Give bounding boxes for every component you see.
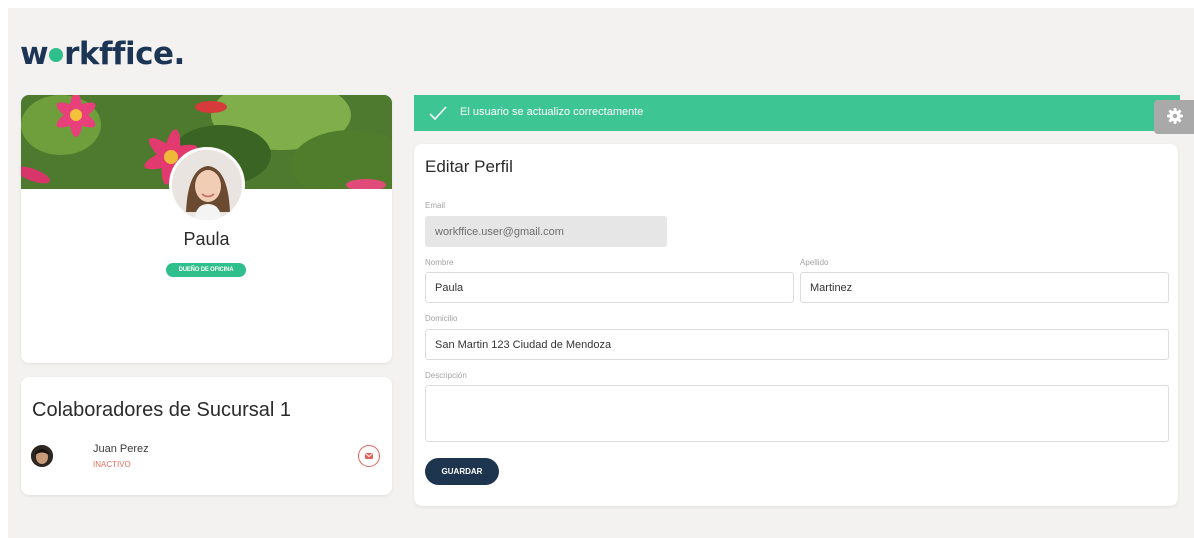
collaborator-name: Juan Perez [93,443,149,455]
send-message-button[interactable] [358,445,380,467]
list-item: Juan Perez INACTIVO [31,441,383,475]
settings-button[interactable] [1154,100,1194,134]
page-background: w rkffice. Paula DUEÑO DE OFICINA Colabo… [8,8,1194,538]
edit-profile-card: Editar Perfil Email Nombre Apellido Domi… [414,144,1178,506]
alert-message: El usuario se actualizo correctamente [460,106,644,118]
email-field[interactable] [425,216,667,247]
profile-avatar[interactable] [169,147,245,223]
collaborators-title: Colaboradores de Sucursal 1 [32,399,292,421]
logo-dot-icon [49,48,64,62]
gear-icon [1167,108,1183,124]
profile-card: Paula DUEÑO DE OFICINA [21,95,392,363]
collaborator-status: INACTIVO [93,460,131,469]
workffice-logo[interactable]: w rkffice. [20,36,185,72]
avatar[interactable] [31,445,53,467]
role-badge: DUEÑO DE OFICINA [166,263,246,277]
mail-icon [365,453,373,459]
descripcion-field[interactable] [425,385,1169,442]
email-label: Email [425,201,446,210]
domicilio-field[interactable] [425,329,1169,360]
domicilio-label: Domicilio [425,314,458,323]
collaborators-card: Colaboradores de Sucursal 1 Juan Perez I… [21,377,392,495]
form-title: Editar Perfil [425,157,513,176]
profile-name: Paula [183,229,230,249]
check-icon [429,106,447,121]
success-alert: El usuario se actualizo correctamente × [414,95,1180,131]
apellido-label: Apellido [800,258,829,267]
descripcion-label: Descripción [425,371,467,380]
nombre-field[interactable] [425,272,794,303]
apellido-field[interactable] [800,272,1169,303]
save-button[interactable]: GUARDAR [425,458,499,485]
logo-text-start: w [20,36,49,72]
nombre-label: Nombre [425,258,454,267]
logo-text-end: rkffice. [64,36,185,72]
